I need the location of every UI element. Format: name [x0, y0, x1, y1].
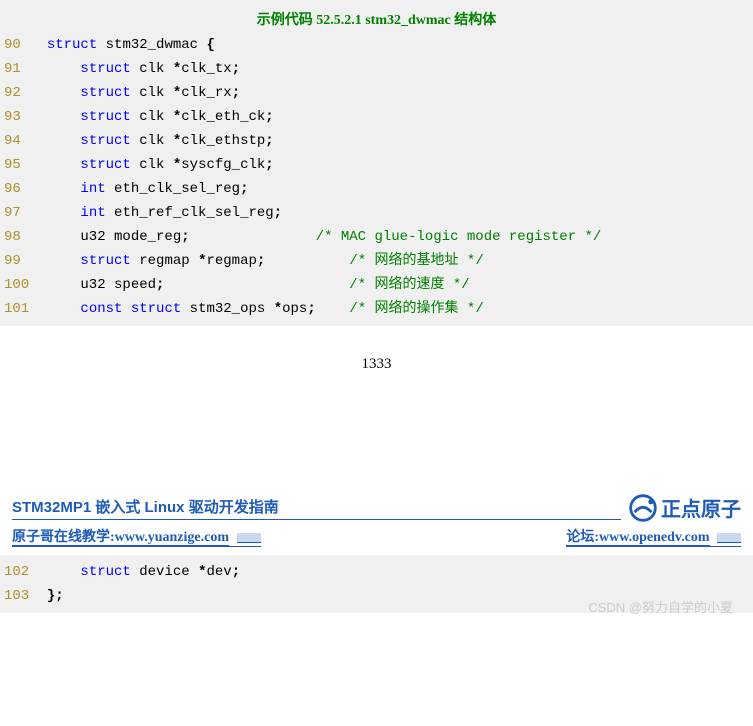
line-number: 90: [0, 33, 30, 57]
footer-link-right[interactable]: 论坛:www.openedv.com: [566, 526, 741, 547]
code-line: 92 struct clk *clk_rx;: [0, 81, 753, 105]
book-title: STM32MP1 嵌入式 Linux 驱动开发指南: [12, 496, 621, 520]
code-line: 91 struct clk *clk_tx;: [0, 57, 753, 81]
code-content: int eth_clk_sel_reg;: [30, 177, 753, 201]
watermark-text: CSDN @努力自学的小夏: [0, 597, 753, 616]
decor-bar-icon: [717, 533, 741, 543]
code-content: struct regmap *regmap; /* 网络的基地址 */: [30, 249, 753, 273]
code-content: struct stm32_dwmac {: [30, 33, 753, 57]
code-content: u32 speed; /* 网络的速度 */: [30, 273, 753, 297]
code-line: 93 struct clk *clk_eth_ck;: [0, 105, 753, 129]
line-number: 95: [0, 153, 30, 177]
line-number: 94: [0, 129, 30, 153]
code-content: const struct stm32_ops *ops; /* 网络的操作集 *…: [30, 297, 753, 321]
code-content: int eth_ref_clk_sel_reg;: [30, 201, 753, 225]
code-content: struct clk *clk_rx;: [30, 81, 753, 105]
code-line: 90 struct stm32_dwmac {: [0, 33, 753, 57]
code-line: 96 int eth_clk_sel_reg;: [0, 177, 753, 201]
code-content: struct clk *clk_ethstp;: [30, 129, 753, 153]
code-content: u32 mode_reg; /* MAC glue-logic mode reg…: [30, 225, 753, 249]
code-line: 95 struct clk *syscfg_clk;: [0, 153, 753, 177]
code-content: struct device *dev;: [30, 560, 753, 584]
atom-logo-icon: [629, 494, 657, 522]
line-number: 100: [0, 273, 30, 297]
line-number: 99: [0, 249, 30, 273]
code-line: 97 int eth_ref_clk_sel_reg;: [0, 201, 753, 225]
code-line: 98 u32 mode_reg; /* MAC glue-logic mode …: [0, 225, 753, 249]
line-number: 98: [0, 225, 30, 249]
code-title: 示例代码 52.5.2.1 stm32_dwmac 结构体: [0, 5, 753, 33]
code-content: struct clk *clk_tx;: [30, 57, 753, 81]
code-lines-top: 90 struct stm32_dwmac {91 struct clk *cl…: [0, 33, 753, 321]
code-content: struct clk *syscfg_clk;: [30, 153, 753, 177]
line-number: 102: [0, 560, 30, 584]
code-line: 94 struct clk *clk_ethstp;: [0, 129, 753, 153]
line-number: 97: [0, 201, 30, 225]
code-line: 102 struct device *dev;: [0, 560, 753, 584]
line-number: 91: [0, 57, 30, 81]
code-line: 100 u32 speed; /* 网络的速度 */: [0, 273, 753, 297]
line-number: 93: [0, 105, 30, 129]
code-line: 101 const struct stm32_ops *ops; /* 网络的操…: [0, 297, 753, 321]
code-content: struct clk *clk_eth_ck;: [30, 105, 753, 129]
code-block-top: 示例代码 52.5.2.1 stm32_dwmac 结构体 90 struct …: [0, 0, 753, 326]
page-number: 1333: [0, 326, 753, 433]
line-number: 92: [0, 81, 30, 105]
footer-link-left[interactable]: 原子哥在线教学:www.yuanzige.com: [12, 526, 261, 547]
brand-logo: 正点原子: [629, 493, 741, 522]
code-line: 99 struct regmap *regmap; /* 网络的基地址 */: [0, 249, 753, 273]
decor-bar-icon: [237, 533, 261, 543]
line-number: 101: [0, 297, 30, 321]
line-number: 96: [0, 177, 30, 201]
brand-logo-text: 正点原子: [661, 493, 741, 522]
footer-section: STM32MP1 嵌入式 Linux 驱动开发指南 正点原子 原子哥在线教学:w…: [0, 493, 753, 555]
book-title-row: STM32MP1 嵌入式 Linux 驱动开发指南 正点原子: [0, 493, 753, 522]
footer-links-row: 原子哥在线教学:www.yuanzige.com 论坛:www.openedv.…: [0, 522, 753, 555]
